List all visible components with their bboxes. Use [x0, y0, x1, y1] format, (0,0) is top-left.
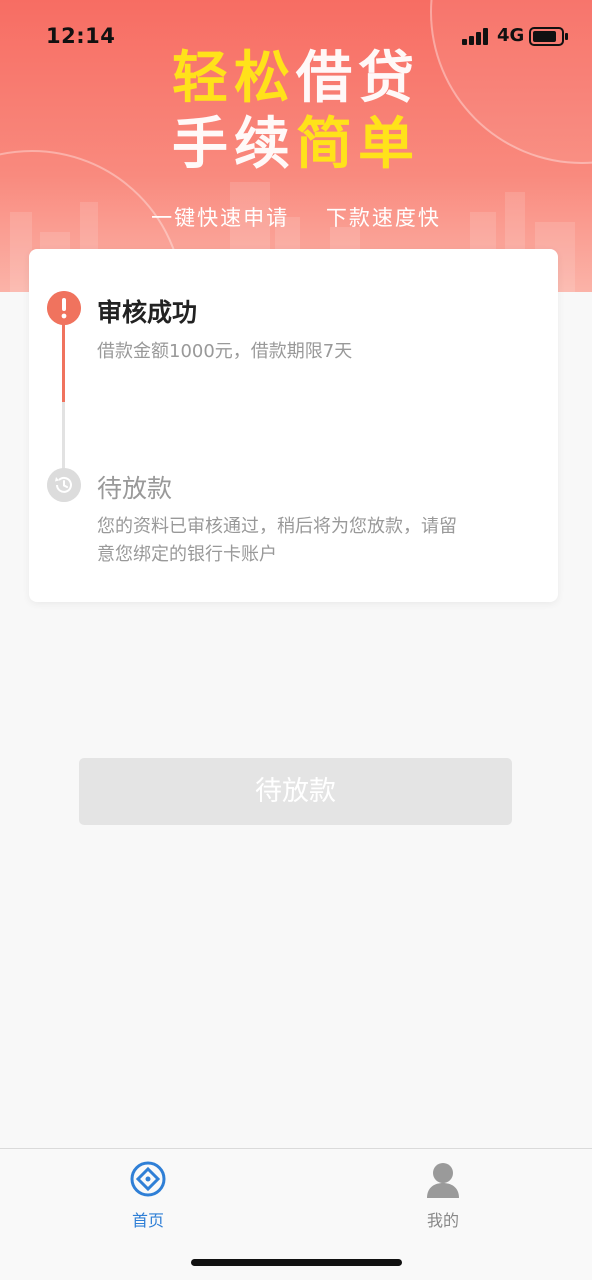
- tab-home-label: 首页: [131, 1211, 164, 1230]
- exclamation-circle-icon: [47, 291, 81, 325]
- cellular-signal-icon: [462, 28, 488, 45]
- headline-line-1: 轻松借贷: [0, 46, 592, 112]
- home-indicator: [191, 1259, 402, 1266]
- headline-text: 手续: [172, 112, 296, 177]
- loan-progress-card: 审核成功 借款金额1000元，借款期限7天 待放款 您的资料已审核通过，稍后将为…: [29, 249, 558, 602]
- headline-highlight: 轻松: [172, 46, 296, 111]
- network-type: 4G: [497, 25, 525, 46]
- user-profile-icon: [427, 1163, 459, 1198]
- step-desc-line: 意您绑定的银行卡账户: [97, 544, 277, 565]
- headline-highlight: 简单: [296, 112, 420, 177]
- step-desc-pending: 您的资料已审核通过，稍后将为您放款，请留 意您绑定的银行卡账户: [97, 513, 497, 569]
- clock-refresh-icon: [47, 468, 81, 502]
- headline-line-2: 手续简单: [0, 112, 592, 178]
- step-title-approved: 审核成功: [97, 298, 198, 327]
- progress-line-completed: [62, 324, 65, 402]
- tagline-speed: 下款速度快: [325, 206, 441, 230]
- step-desc-line: 您的资料已审核通过，稍后将为您放款，请留: [97, 516, 457, 537]
- step-desc-approved: 借款金额1000元，借款期限7天: [97, 341, 353, 362]
- battery-icon: [529, 27, 568, 46]
- banner-headline: 轻松借贷 手续简单: [0, 46, 592, 178]
- progress-line-pending: [62, 402, 65, 469]
- pending-disbursement-button[interactable]: 待放款: [79, 758, 512, 825]
- headline-text: 借贷: [296, 46, 420, 111]
- step-title-pending: 待放款: [97, 474, 173, 503]
- tab-mine-label: 我的: [426, 1211, 459, 1230]
- status-time: 12:14: [46, 24, 116, 48]
- tab-mine[interactable]: 我的: [373, 1149, 513, 1239]
- tagline-apply: 一键快速申请: [151, 206, 290, 230]
- banner-tagline: 一键快速申请 下款速度快: [0, 202, 592, 232]
- screen: 12:14 4G 轻松借贷 手续简单 一键快速申请 下款速度快 审核成功 借款金…: [0, 0, 592, 1280]
- home-diamond-icon: [130, 1161, 166, 1197]
- tab-home[interactable]: 首页: [78, 1149, 218, 1239]
